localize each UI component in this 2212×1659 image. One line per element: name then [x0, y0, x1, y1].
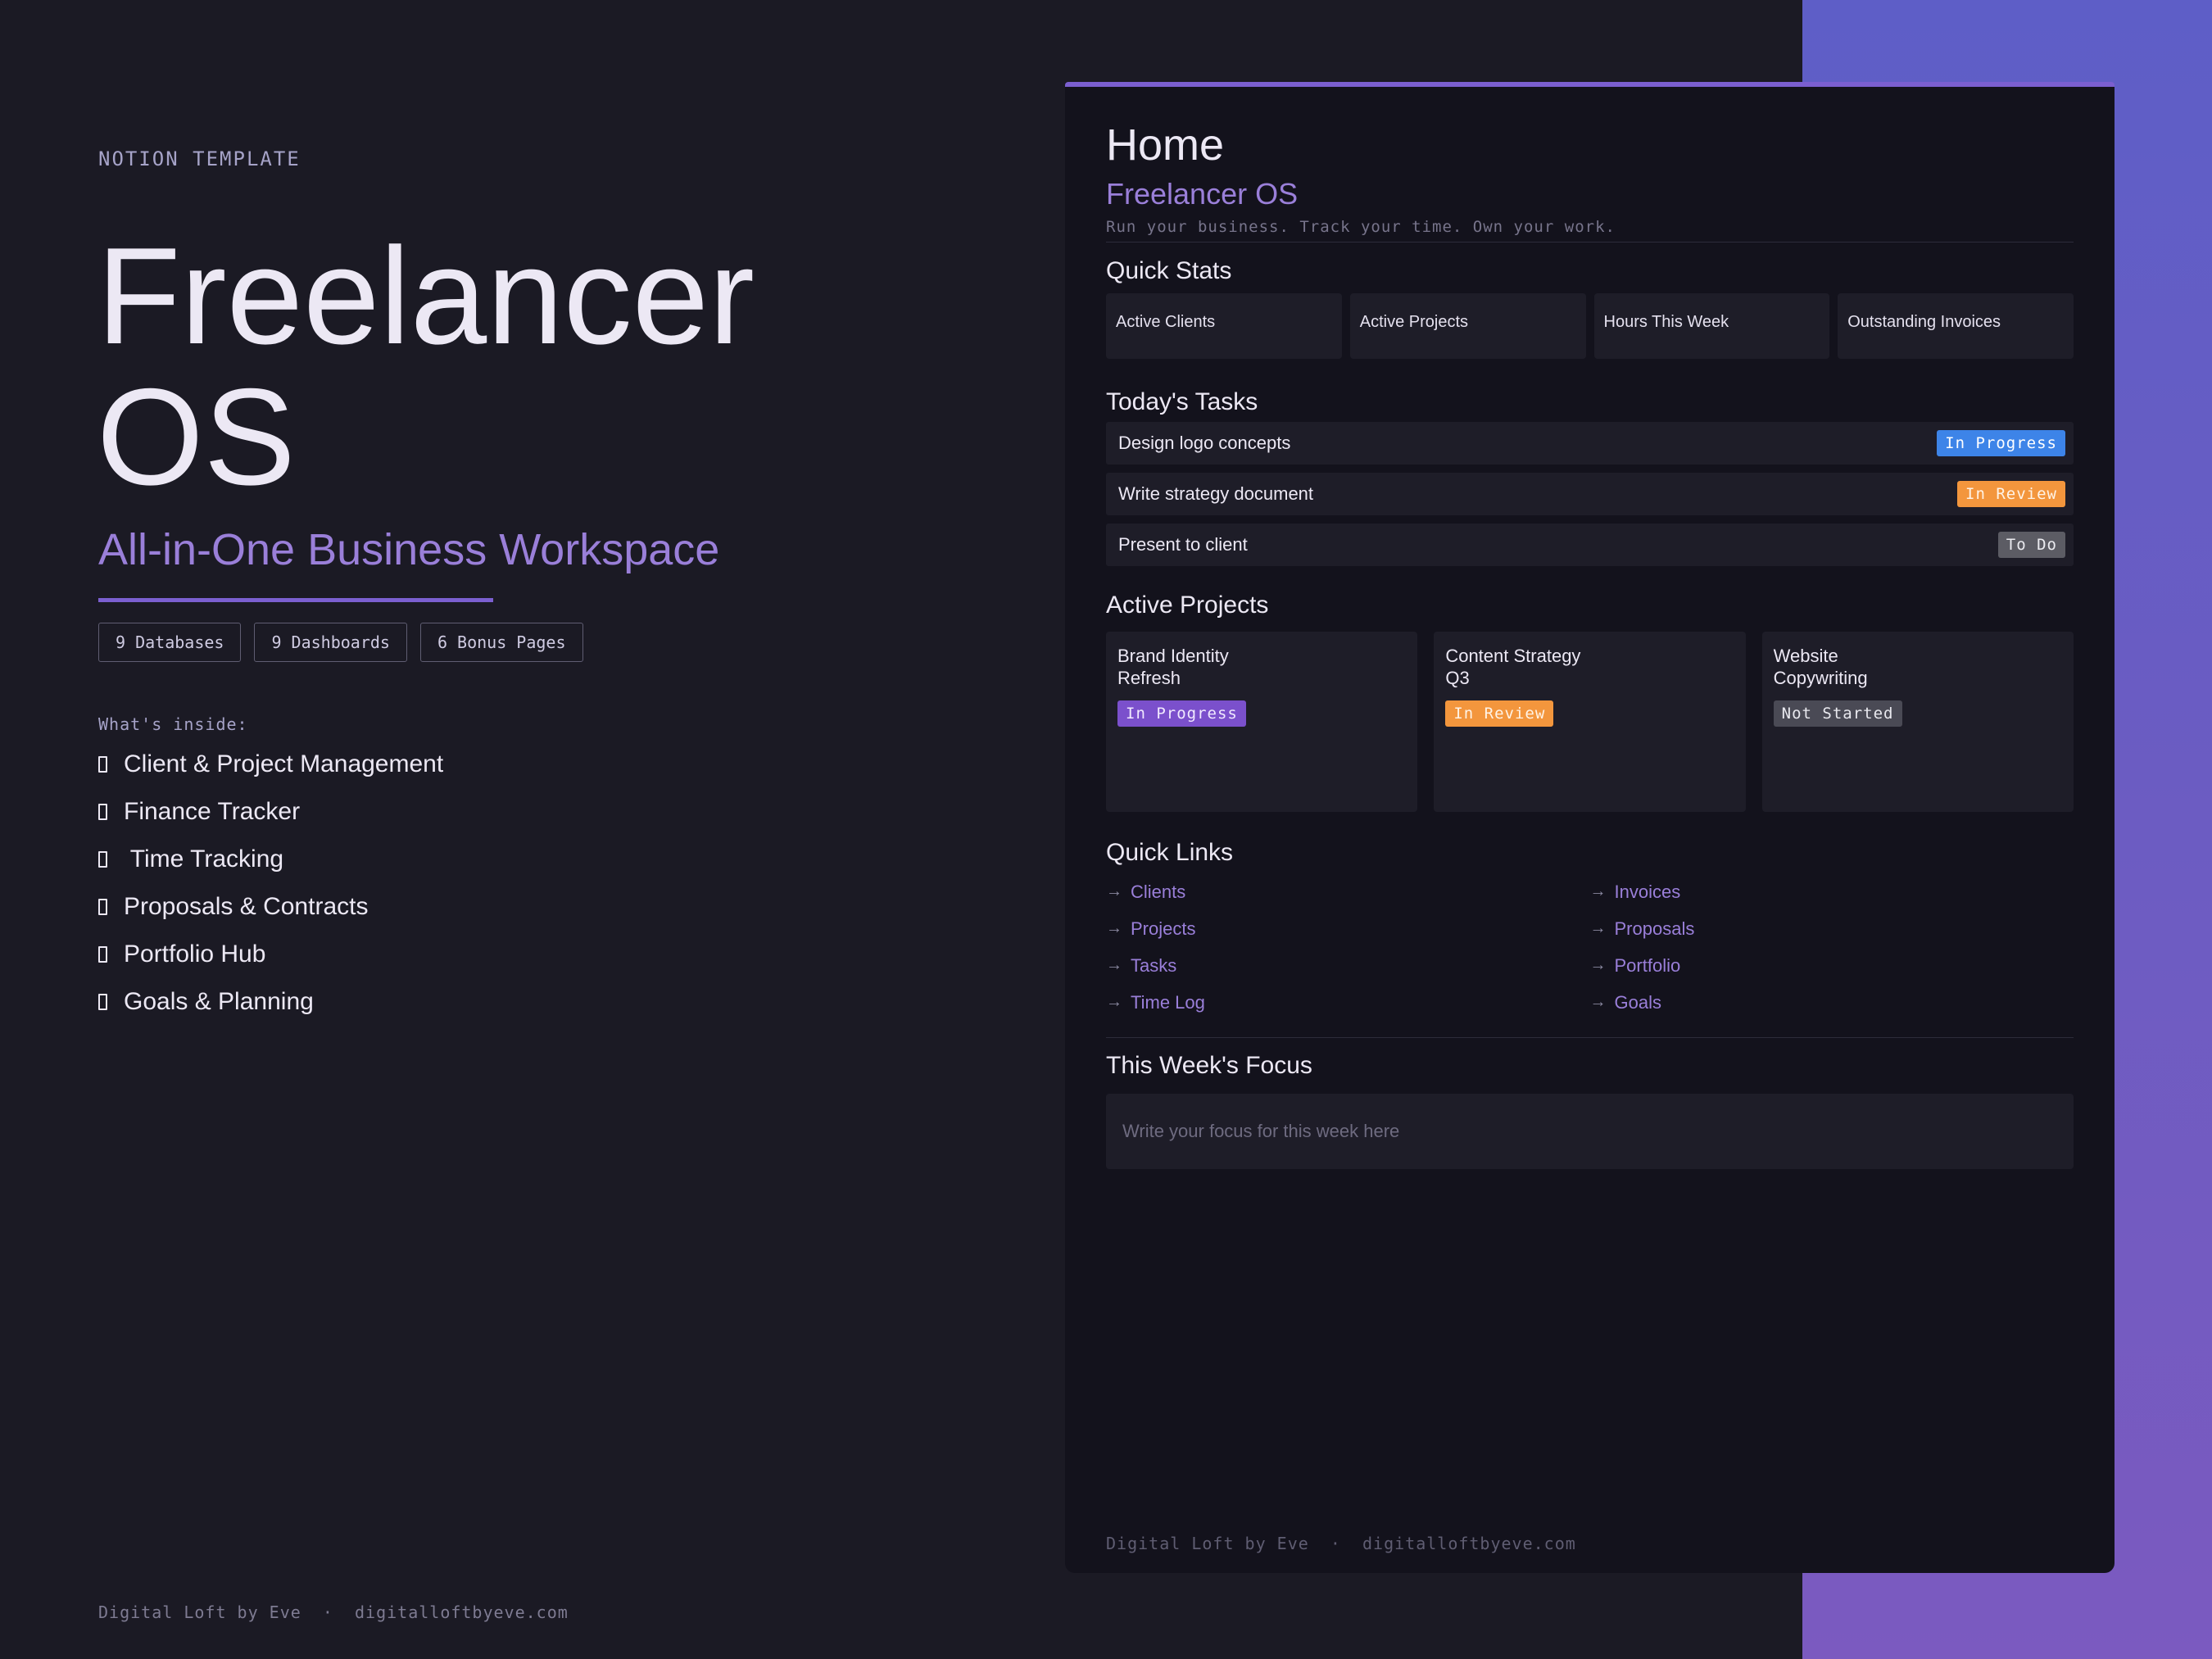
- project-card[interactable]: Brand Identity Refresh In Progress: [1106, 632, 1418, 812]
- feature-item: Proposals & Contracts: [98, 883, 443, 931]
- status-badge: Not Started: [1773, 700, 1902, 727]
- feature-item: Portfolio Hub: [98, 931, 443, 978]
- feature-bullet-icon: [98, 851, 107, 868]
- page-title: Home: [1106, 120, 1225, 170]
- divider: [1106, 242, 2074, 243]
- task-row[interactable]: Design logo concepts In Progress: [1106, 422, 2074, 465]
- status-badge: In Review: [1957, 481, 2065, 507]
- project-card[interactable]: Website Copywriting Not Started: [1761, 632, 2074, 812]
- link-label: Proposals: [1614, 918, 1695, 939]
- link-tasks[interactable]: → Tasks: [1106, 947, 1590, 984]
- project-cards: Brand Identity Refresh In Progress Conte…: [1106, 632, 2074, 812]
- task-list: Design logo concepts In Progress Write s…: [1106, 422, 2074, 574]
- weekly-focus-heading: This Week's Focus: [1106, 1052, 1312, 1079]
- status-badge: In Progress: [1117, 700, 1246, 727]
- project-card[interactable]: Content Strategy Q3 In Review: [1434, 632, 1746, 812]
- status-badge: In Progress: [1937, 430, 2065, 456]
- feature-bullet-icon: [98, 756, 107, 773]
- page-tagline: Run your business. Track your time. Own …: [1106, 218, 1616, 236]
- hero-subtitle: All-in-One Business Workspace: [98, 525, 720, 574]
- feature-badges: 9 Databases 9 Dashboards 6 Bonus Pages: [98, 623, 583, 662]
- feature-label: Finance Tracker: [124, 798, 301, 825]
- badge-bonus-pages: 6 Bonus Pages: [419, 623, 583, 662]
- hero-title: Freelancer OS: [97, 225, 755, 507]
- task-row[interactable]: Write strategy document In Review: [1106, 473, 2074, 515]
- task-row[interactable]: Present to client To Do: [1106, 524, 2074, 566]
- hero-divider: [98, 598, 493, 602]
- hero-title-line2: OS: [97, 360, 296, 514]
- panel-footer-credit: Digital Loft by Eve · digitalloftbyeve.c…: [1106, 1534, 1576, 1553]
- link-projects[interactable]: → Projects: [1106, 910, 1590, 947]
- divider: [1106, 1037, 2074, 1038]
- badge-databases: 9 Databases: [98, 623, 242, 662]
- whats-inside-label: What's inside:: [98, 714, 248, 734]
- stat-card-hours-this-week[interactable]: Hours This Week: [1593, 293, 1830, 359]
- feature-label: Goals & Planning: [124, 988, 314, 1015]
- link-goals[interactable]: → Goals: [1590, 984, 2074, 1021]
- link-label: Tasks: [1131, 954, 1177, 976]
- feature-label: Time Tracking: [124, 845, 284, 873]
- quick-stats-row: Active Clients Active Projects Hours Thi…: [1106, 293, 2074, 359]
- weekly-focus-input[interactable]: [1106, 1094, 2074, 1169]
- link-portfolio[interactable]: → Portfolio: [1590, 947, 2074, 984]
- page-subtitle: Freelancer OS: [1106, 177, 1299, 211]
- feature-bullet-icon: [98, 804, 107, 820]
- feature-bullet-icon: [98, 946, 107, 963]
- link-label: Goals: [1614, 991, 1661, 1013]
- feature-bullet-icon: [98, 994, 107, 1010]
- weekly-focus-box: [1106, 1094, 2074, 1169]
- feature-bullet-icon: [98, 899, 107, 915]
- arrow-right-icon: →: [1106, 919, 1122, 937]
- footer-credit: Digital Loft by Eve · digitalloftbyeve.c…: [98, 1602, 569, 1622]
- task-name: Present to client: [1118, 534, 1248, 555]
- feature-item: Client & Project Management: [98, 741, 443, 788]
- project-name: Website Copywriting: [1773, 646, 1868, 688]
- arrow-right-icon: →: [1589, 993, 1607, 1011]
- status-badge: To Do: [1997, 532, 2065, 558]
- arrow-right-icon: →: [1106, 956, 1122, 974]
- badge-dashboards: 9 Dashboards: [254, 623, 407, 662]
- arrow-right-icon: →: [1106, 882, 1122, 900]
- feature-label: Proposals & Contracts: [124, 893, 369, 920]
- project-name: Brand Identity Refresh: [1117, 646, 1229, 688]
- task-name: Design logo concepts: [1118, 433, 1291, 453]
- quick-links-heading: Quick Links: [1106, 839, 1234, 866]
- notion-page-preview: Home Freelancer OS Run your business. Tr…: [1065, 82, 2115, 1573]
- arrow-right-icon: →: [1589, 919, 1607, 937]
- link-label: Invoices: [1614, 881, 1681, 902]
- feature-item: Finance Tracker: [98, 788, 443, 836]
- link-proposals[interactable]: → Proposals: [1590, 910, 2074, 947]
- arrow-right-icon: →: [1589, 956, 1607, 974]
- quick-stats-heading: Quick Stats: [1106, 257, 1232, 284]
- arrow-right-icon: →: [1589, 882, 1607, 900]
- link-clients[interactable]: → Clients: [1106, 873, 1590, 910]
- task-name: Write strategy document: [1118, 483, 1314, 504]
- stat-card-outstanding-invoices[interactable]: Outstanding Invoices: [1838, 293, 2074, 359]
- feature-item: Goals & Planning: [98, 978, 443, 1026]
- link-label: Projects: [1131, 918, 1196, 939]
- link-label: Time Log: [1131, 991, 1205, 1013]
- feature-label: Client & Project Management: [124, 750, 444, 777]
- stat-card-active-clients[interactable]: Active Clients: [1106, 293, 1342, 359]
- feature-label: Portfolio Hub: [124, 941, 266, 968]
- feature-list: Client & Project Management Finance Trac…: [98, 741, 443, 1026]
- hero-title-line1: Freelancer: [97, 219, 755, 373]
- eyebrow-label: NOTION TEMPLATE: [98, 147, 301, 170]
- status-badge: In Review: [1445, 700, 1554, 727]
- todays-tasks-heading: Today's Tasks: [1106, 388, 1258, 415]
- link-invoices[interactable]: → Invoices: [1590, 873, 2074, 910]
- link-label: Portfolio: [1614, 954, 1681, 976]
- stat-card-active-projects[interactable]: Active Projects: [1349, 293, 1586, 359]
- link-label: Clients: [1131, 881, 1186, 902]
- active-projects-heading: Active Projects: [1106, 592, 1269, 619]
- project-name: Content Strategy Q3: [1445, 646, 1581, 688]
- feature-item: Time Tracking: [98, 836, 443, 883]
- quick-links-grid: → Clients → Invoices → Projects → Proposals …: [1106, 873, 2074, 1021]
- arrow-right-icon: →: [1106, 993, 1122, 1011]
- link-time-log[interactable]: → Time Log: [1106, 984, 1590, 1021]
